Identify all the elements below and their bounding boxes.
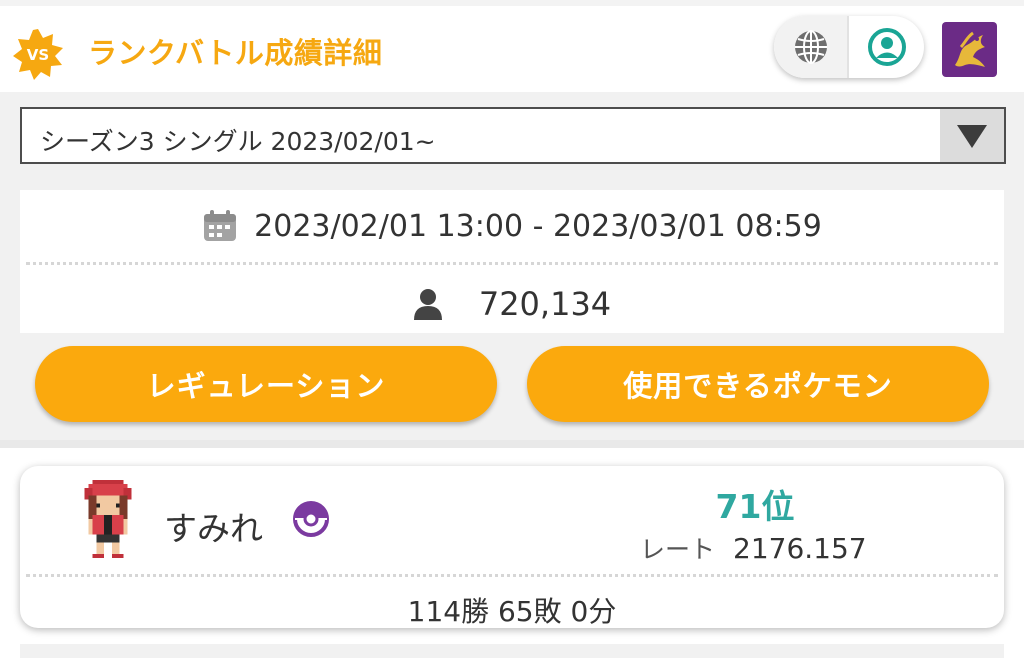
player-name: すみれ bbox=[164, 509, 263, 548]
vs-badge-icon: VS bbox=[13, 29, 63, 80]
season-select-area: シーズン3 シングル 2023/02/01~ bbox=[0, 92, 1024, 178]
info-divider bbox=[26, 262, 998, 265]
header-top-stripe bbox=[0, 0, 1024, 6]
vs-badge-text: VS bbox=[27, 46, 49, 64]
triangle-down-icon bbox=[957, 124, 987, 148]
globe-icon bbox=[794, 30, 827, 64]
regulation-button[interactable]: レギュレーション bbox=[35, 346, 497, 422]
language-button[interactable] bbox=[774, 16, 849, 78]
account-button[interactable] bbox=[849, 16, 924, 78]
next-card-hint bbox=[20, 644, 1004, 658]
card-divider bbox=[26, 574, 998, 577]
calendar-icon bbox=[204, 210, 237, 241]
header-toggle-pill bbox=[774, 16, 924, 78]
season-info-panel: 2023/02/01 13:00 - 2023/03/01 08:59 720,… bbox=[20, 190, 1004, 333]
player-record-card[interactable]: すみれ 71位 レート 2176.157 114勝 65敗 0分 bbox=[20, 466, 1004, 628]
usable-pokemon-button[interactable]: 使用できるポケモン bbox=[527, 346, 989, 422]
trainer-sprite-icon bbox=[84, 480, 132, 558]
app-header: VS ランクバトル成績詳細 bbox=[0, 0, 1024, 92]
rate-row: レート 2176.157 bbox=[640, 530, 867, 566]
account-icon bbox=[867, 28, 906, 66]
dragon-emblem-icon bbox=[954, 31, 985, 67]
season-period: 2023/02/01 13:00 - 2023/03/01 08:59 bbox=[254, 208, 822, 244]
master-ball-icon bbox=[293, 501, 329, 537]
win-loss-record: 114勝 65敗 0分 bbox=[407, 595, 617, 628]
season-select-toggle[interactable] bbox=[940, 109, 1004, 162]
section-separator bbox=[0, 440, 1024, 448]
rate-label: レート bbox=[640, 535, 716, 564]
player-rank: 71位 bbox=[715, 487, 795, 526]
page-title: ランクバトル成績詳細 bbox=[88, 36, 383, 70]
season-select-value: シーズン3 シングル 2023/02/01~ bbox=[40, 127, 436, 156]
participants-row: 720,134 bbox=[20, 282, 1004, 326]
profile-avatar[interactable] bbox=[942, 22, 997, 77]
season-period-row: 2023/02/01 13:00 - 2023/03/01 08:59 bbox=[20, 206, 1004, 246]
participant-count: 720,134 bbox=[478, 285, 612, 323]
season-select[interactable]: シーズン3 シングル 2023/02/01~ bbox=[20, 107, 1006, 164]
person-icon bbox=[413, 289, 442, 320]
rate-value: 2176.157 bbox=[733, 532, 867, 565]
